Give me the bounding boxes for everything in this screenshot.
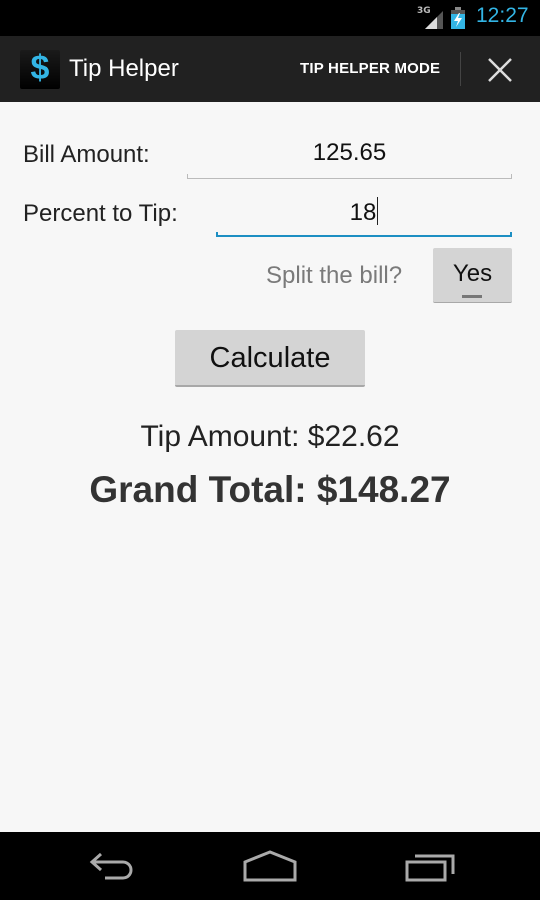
clock: 12:27 — [476, 4, 529, 27]
split-bill-label: Split the bill? — [266, 262, 403, 289]
status-bar: 3G 12:27 — [0, 0, 540, 36]
calculate-button[interactable]: Calculate — [175, 330, 365, 387]
split-bill-toggle[interactable]: Yes — [433, 248, 512, 303]
percent-to-tip-input[interactable]: 18 — [216, 197, 512, 237]
tip-amount-result: Tip Amount: $22.62 — [140, 420, 400, 453]
action-bar: $ Tip Helper TIP HELPER MODE — [0, 36, 540, 102]
text-cursor — [377, 197, 379, 225]
back-icon[interactable] — [83, 846, 143, 886]
home-icon[interactable] — [240, 846, 300, 886]
tip-helper-mode-button[interactable]: TIP HELPER MODE — [300, 60, 440, 77]
navigation-bar — [0, 832, 540, 900]
percent-to-tip-value: 18 — [349, 199, 377, 226]
grand-total-result: Grand Total: $148.27 — [89, 469, 451, 510]
bill-amount-value: 125.65 — [312, 139, 387, 166]
app-title: Tip Helper — [69, 55, 179, 82]
bill-amount-input[interactable]: 125.65 — [187, 139, 512, 179]
action-bar-divider — [460, 52, 461, 86]
toggle-indicator — [462, 295, 482, 298]
dollar-sign-icon[interactable]: $ — [20, 49, 60, 89]
close-icon[interactable] — [480, 50, 520, 90]
bill-amount-label: Bill Amount: — [23, 141, 150, 168]
battery-charging-icon — [451, 7, 465, 29]
recent-apps-icon[interactable] — [399, 846, 459, 886]
percent-to-tip-label: Percent to Tip: — [23, 200, 178, 227]
calculate-button-label: Calculate — [209, 342, 331, 374]
split-bill-toggle-label: Yes — [452, 260, 493, 287]
signal-icon — [425, 11, 443, 29]
